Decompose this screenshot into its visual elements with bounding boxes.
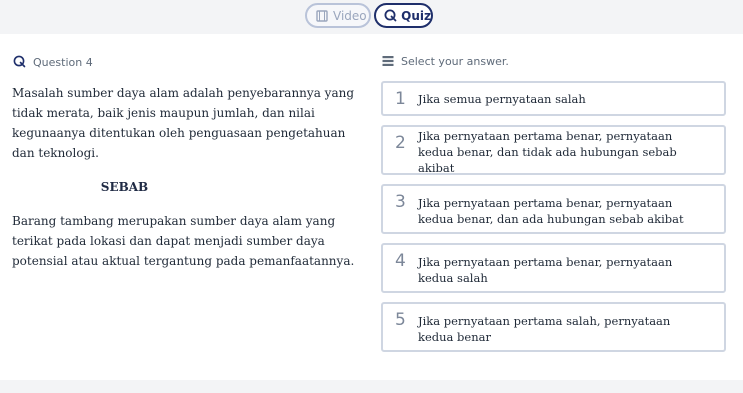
answer-list: 1 Jika semua pernyataan salah 2 Jika per…: [381, 81, 726, 361]
question-number: Question 4: [33, 55, 93, 69]
option-text: Jika pernyataan pertama benar, pernyataa…: [418, 129, 677, 175]
film-icon: [315, 9, 329, 23]
statement-one: Masalah sumber daya alam adalah penyebar…: [12, 86, 355, 160]
option-number: 4: [395, 251, 406, 271]
option-number: 1: [395, 89, 406, 109]
option-text: Jika pernyataan pertama benar, pernyataa…: [418, 196, 684, 226]
question-text: Masalah sumber daya alam adalah penyebar…: [12, 83, 357, 271]
tab-video-label: Video: [333, 8, 367, 23]
answer-option-4[interactable]: 4 Jika pernyataan pertama benar, pernyat…: [381, 243, 726, 293]
quiz-icon: [384, 9, 397, 23]
option-number: 5: [395, 310, 406, 330]
tab-bar: Video Quiz: [0, 0, 743, 34]
question-header: Question 4: [13, 55, 93, 69]
answer-option-1[interactable]: 1 Jika semua pernyataan salah: [381, 81, 726, 116]
connector-label: SEBAB: [100, 180, 149, 194]
option-number: 2: [395, 133, 406, 153]
answer-option-5[interactable]: 5 Jika pernyataan pertama salah, pernyat…: [381, 302, 726, 352]
answer-header: Select your answer.: [382, 55, 509, 68]
answer-instruction: Select your answer.: [401, 55, 509, 68]
option-number: 3: [395, 192, 406, 212]
quiz-panel: Question 4 Masalah sumber daya alam adal…: [0, 34, 743, 380]
list-icon: [382, 55, 395, 68]
statement-two: Barang tambang merupakan sumber daya ala…: [12, 214, 355, 268]
option-text: Jika semua pernyataan salah: [418, 91, 586, 106]
option-text: Jika pernyataan pertama salah, pernyataa…: [418, 314, 671, 344]
tab-quiz[interactable]: Quiz: [374, 3, 433, 28]
quiz-icon: [13, 55, 27, 69]
answer-option-2[interactable]: 2 Jika pernyataan pertama benar, pernyat…: [381, 125, 726, 175]
tab-quiz-label: Quiz: [401, 8, 431, 23]
answer-option-3[interactable]: 3 Jika pernyataan pertama benar, pernyat…: [381, 184, 726, 234]
tab-video[interactable]: Video: [305, 3, 371, 28]
option-text: Jika pernyataan pertama benar, pernyataa…: [418, 255, 673, 285]
